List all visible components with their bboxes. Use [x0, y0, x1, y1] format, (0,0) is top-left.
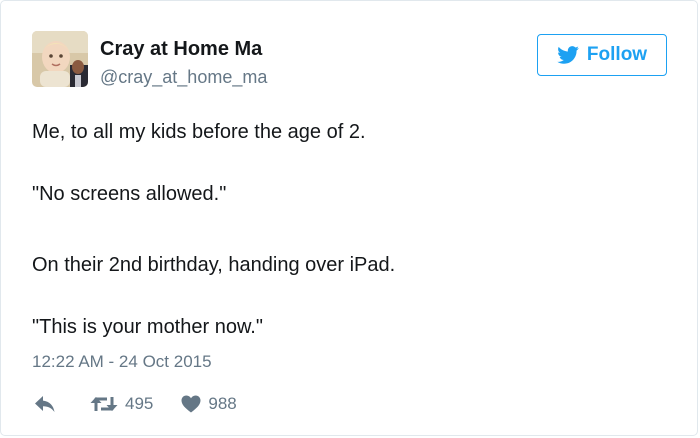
tweet-card: Cray at Home Ma @cray_at_home_ma Follow …: [0, 0, 698, 436]
tweet-actions: 495 988: [34, 394, 237, 414]
avatar[interactable]: [32, 31, 88, 87]
follow-button[interactable]: Follow: [537, 34, 667, 76]
reply-icon: [34, 395, 56, 413]
tweet-text-line: "No screens allowed.": [32, 183, 227, 205]
like-count: 988: [208, 394, 237, 413]
tweet-timestamp[interactable]: 12:22 AM - 24 Oct 2015: [32, 351, 212, 373]
user-handle[interactable]: @cray_at_home_ma: [100, 66, 267, 88]
tweet-text-line: On their 2nd birthday, handing over iPad…: [32, 254, 396, 276]
display-name[interactable]: Cray at Home Ma: [100, 37, 262, 61]
tweet-text-line: Me, to all my kids before the age of 2.: [32, 121, 366, 143]
retweet-icon: [90, 395, 118, 413]
twitter-bird-icon: [557, 46, 579, 64]
retweet-count: 495: [125, 394, 154, 413]
like-button[interactable]: 988: [181, 394, 237, 414]
retweet-button[interactable]: 495: [90, 394, 153, 414]
follow-label: Follow: [586, 44, 648, 65]
tweet-text-line: "This is your mother now.": [32, 316, 263, 338]
heart-icon: [181, 395, 201, 413]
reply-button[interactable]: [34, 395, 56, 413]
